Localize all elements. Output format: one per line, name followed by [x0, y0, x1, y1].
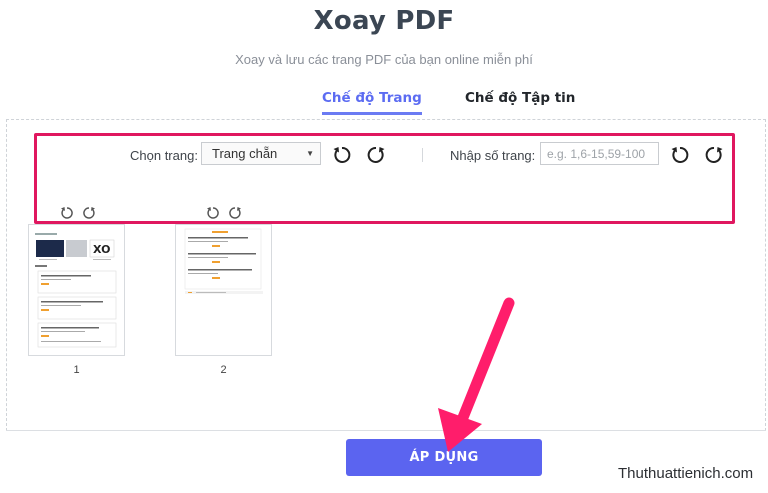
tab-file-mode[interactable]: Chế độ Tập tin: [465, 90, 575, 106]
highlight-box: [34, 133, 735, 224]
tab-page-mode[interactable]: Chế độ Trang: [322, 90, 422, 115]
divider: [6, 430, 766, 431]
page-title: Xoay PDF: [313, 6, 455, 36]
page-thumbnail-1[interactable]: XO: [28, 224, 125, 356]
apply-button[interactable]: ÁP DỤNG: [346, 439, 542, 476]
page-number-1: 1: [73, 364, 80, 376]
page-thumbnail-2[interactable]: [175, 224, 272, 356]
page-number-2: 2: [220, 364, 227, 376]
watermark: Thuthuattienich.com: [618, 465, 754, 482]
page-preview: XO: [35, 233, 117, 348]
mode-tabs: Chế độ Trang Chế độ Tập tin: [0, 90, 768, 120]
svg-text:XO: XO: [93, 243, 110, 256]
page-subtitle: Xoay và lưu các trang PDF của bạn online…: [235, 52, 533, 67]
page-preview: [184, 228, 263, 294]
